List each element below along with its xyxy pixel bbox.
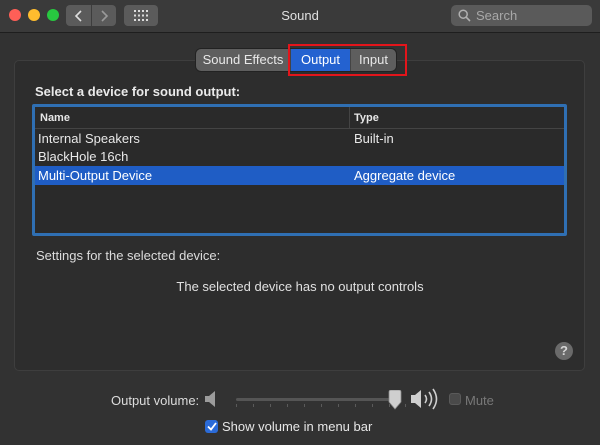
- navigation-group: [66, 5, 116, 26]
- settings-label: Settings for the selected device:: [36, 248, 221, 263]
- grid-icon: [134, 10, 148, 21]
- mute-checkbox[interactable]: [449, 393, 461, 405]
- mute-label: Mute: [465, 393, 494, 408]
- table-row[interactable]: Internal Speakers Built-in: [35, 129, 564, 148]
- close-window-button[interactable]: [9, 9, 21, 21]
- show-all-button[interactable]: [124, 5, 158, 26]
- chevron-right-icon: [101, 9, 109, 22]
- tab-bar: Sound Effects Output Input: [196, 49, 396, 71]
- title-bar: Sound: [0, 0, 600, 33]
- tab-sound-effects[interactable]: Sound Effects: [196, 49, 290, 71]
- speaker-high-icon: [410, 388, 442, 413]
- column-header-name[interactable]: Name: [35, 106, 350, 129]
- device-name: BlackHole 16ch: [38, 149, 129, 165]
- chevron-left-icon: [74, 9, 82, 22]
- tab-output[interactable]: Output: [290, 49, 350, 71]
- search-icon: [458, 9, 471, 22]
- volume-slider-thumb[interactable]: [388, 389, 402, 413]
- output-volume-label: Output volume:: [111, 393, 200, 408]
- table-row-selected[interactable]: Multi-Output Device Aggregate device: [35, 166, 564, 185]
- forward-button[interactable]: [91, 5, 116, 26]
- no-controls-message: The selected device has no output contro…: [176, 279, 424, 294]
- device-table[interactable]: Name Type Internal Speakers Built-in Bla…: [32, 104, 567, 236]
- column-header-type[interactable]: Type: [350, 112, 379, 124]
- zoom-window-button[interactable]: [47, 9, 59, 21]
- volume-slider-ticks: [236, 404, 406, 407]
- show-volume-checkbox[interactable]: [205, 420, 218, 433]
- device-type: Built-in: [354, 130, 394, 146]
- checkmark-icon: [206, 422, 217, 431]
- device-name: Internal Speakers: [38, 130, 140, 146]
- back-button[interactable]: [66, 5, 91, 26]
- help-button[interactable]: ?: [555, 342, 573, 360]
- table-row[interactable]: BlackHole 16ch: [35, 148, 564, 167]
- table-header: Name Type: [35, 106, 564, 129]
- device-name: Multi-Output Device: [38, 167, 153, 183]
- tab-input[interactable]: Input: [350, 49, 396, 71]
- device-type: Aggregate device: [354, 167, 456, 183]
- volume-slider[interactable]: [236, 398, 396, 401]
- search-field[interactable]: [451, 5, 592, 26]
- show-volume-label: Show volume in menu bar: [222, 419, 373, 434]
- search-input[interactable]: [476, 8, 586, 23]
- speaker-low-icon: [204, 390, 218, 411]
- device-list-heading: Select a device for sound output:: [35, 84, 241, 99]
- minimize-window-button[interactable]: [28, 9, 40, 21]
